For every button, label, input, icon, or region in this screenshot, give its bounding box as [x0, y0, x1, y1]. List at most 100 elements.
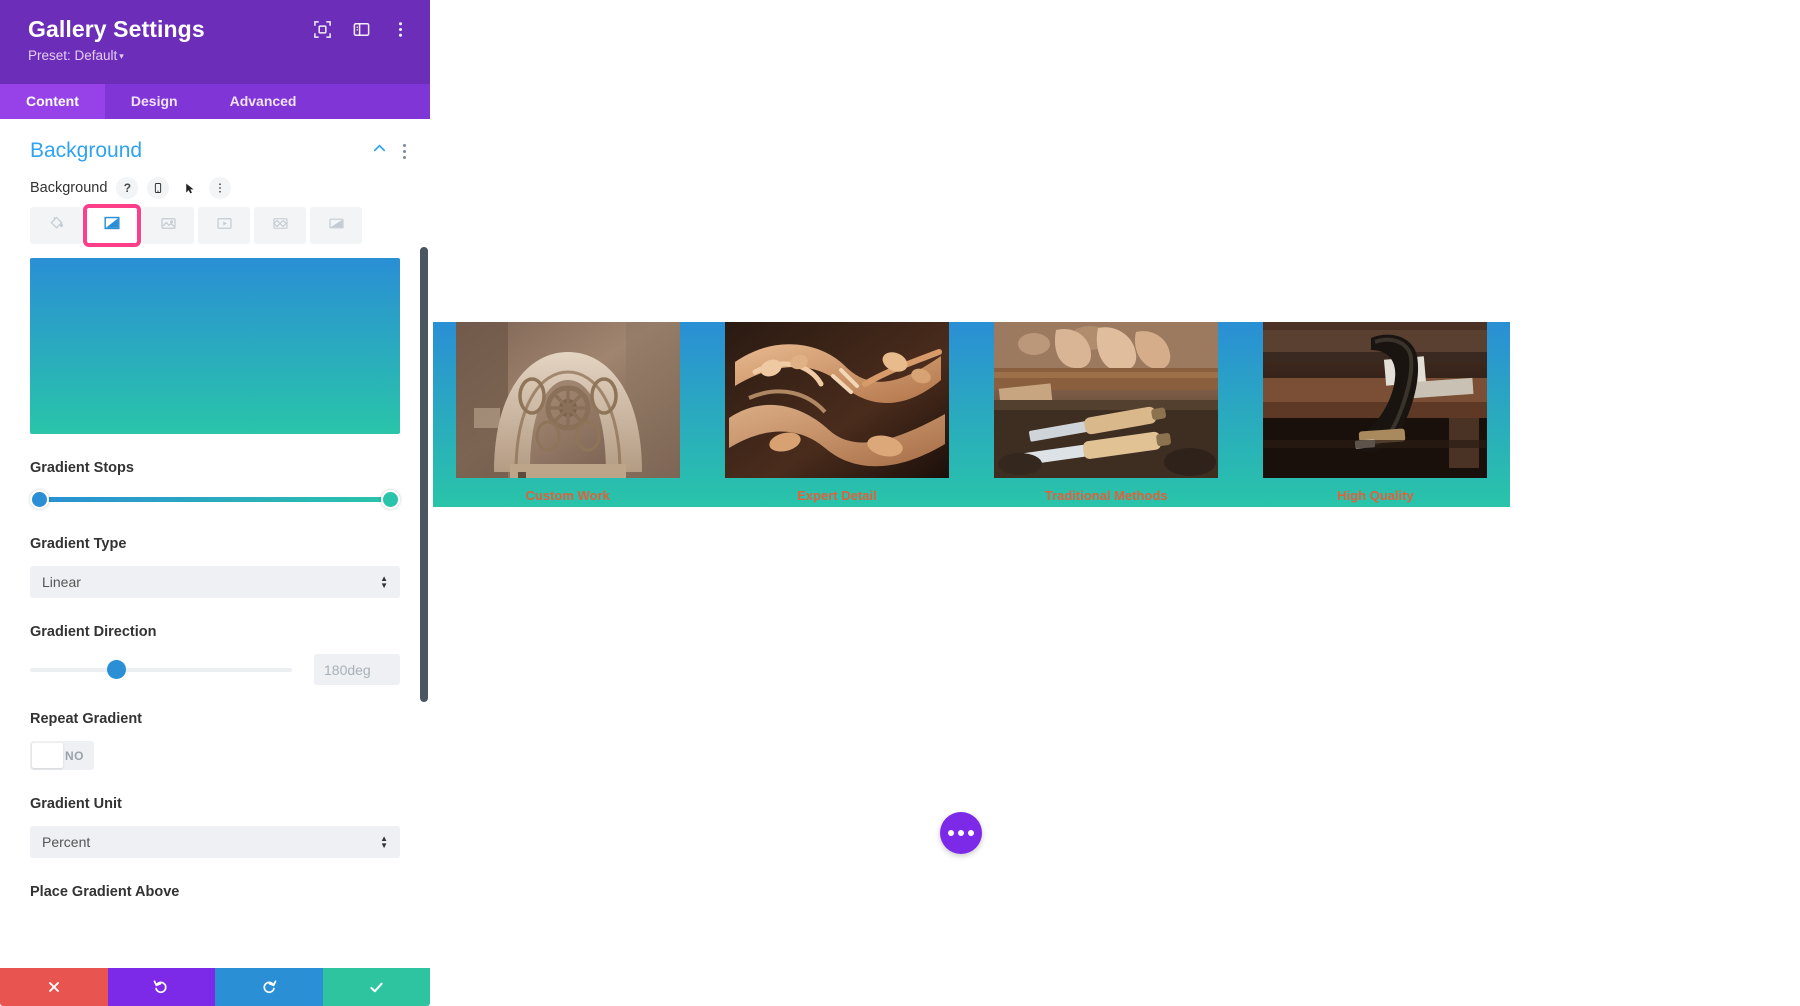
repeat-gradient-block: Repeat Gradient NO [0, 711, 430, 770]
background-field-label-row: Background ? [0, 177, 430, 207]
toggle-knob [32, 743, 63, 768]
gallery-caption: Traditional Methods [1044, 488, 1168, 503]
panel-scrollbar[interactable] [419, 119, 428, 968]
repeat-gradient-label: Repeat Gradient [30, 711, 142, 727]
focus-target-icon[interactable] [313, 20, 332, 39]
mobile-device-icon[interactable] [147, 177, 170, 199]
gallery-thumbnail[interactable] [455, 322, 680, 478]
page-title: Gallery Settings [28, 16, 205, 42]
page-settings-fab[interactable] [940, 812, 982, 854]
kebab-menu-icon[interactable] [391, 20, 410, 39]
background-video-tab[interactable] [198, 207, 250, 244]
cursor-arrow-icon[interactable] [178, 177, 200, 199]
undo-button[interactable] [107, 968, 215, 1006]
section-title: Background [30, 139, 143, 162]
hands-carving-with-chisels-image [994, 322, 1219, 478]
panel-header: Gallery Settings Preset: Default ▾ [0, 0, 430, 84]
kebab-menu-icon[interactable] [403, 143, 406, 159]
gradient-direction-label: Gradient Direction [30, 624, 157, 640]
background-field-label: Background [30, 180, 108, 196]
gallery-item[interactable]: Traditional Methods [972, 322, 1241, 507]
help-icon[interactable]: ? [116, 177, 139, 199]
redo-arrow-icon [260, 978, 278, 996]
panel-body: Background Background ? Gradient Stops G… [0, 119, 430, 968]
ellipsis-icon [968, 830, 974, 836]
save-changes-button[interactable] [322, 968, 430, 1006]
panel-footer-actions [0, 968, 430, 1006]
gradient-direction-input[interactable] [314, 654, 400, 685]
gradient-unit-select[interactable]: Percent ▲ ▼ [30, 826, 400, 858]
undo-arrow-icon [152, 978, 170, 996]
gradient-type-select[interactable]: Linear ▲ ▼ [30, 566, 400, 598]
gradient-stops-label: Gradient Stops [30, 460, 134, 476]
kebab-menu-icon[interactable] [209, 177, 232, 199]
video-icon [215, 214, 234, 238]
preset-label: Preset: Default [28, 48, 118, 63]
gradient-preview[interactable] [30, 258, 400, 434]
pattern-icon [271, 214, 290, 238]
gradient-stops-block: Gradient Stops [0, 460, 430, 510]
gradient-type-label: Gradient Type [30, 536, 127, 552]
gradient-stops-track [38, 497, 392, 502]
place-gradient-above-block: Place Gradient Above [0, 884, 430, 900]
background-gradient-tab[interactable] [83, 204, 141, 247]
background-mask-tab[interactable] [310, 207, 362, 244]
tab-design[interactable]: Design [105, 84, 204, 119]
gradient-type-value: Linear [42, 574, 81, 590]
gallery-thumbnail[interactable] [1263, 322, 1488, 478]
gradient-direction-slider[interactable] [30, 659, 292, 680]
background-pattern-tab[interactable] [254, 207, 306, 244]
preset-selector[interactable]: Preset: Default ▾ [28, 47, 205, 65]
close-x-icon [46, 979, 62, 995]
panel-scrollbar-thumb[interactable] [420, 247, 428, 702]
panel-tabs: Content Design Advanced [0, 84, 430, 119]
panel-scroll-content: Background Background ? Gradient Stops G… [0, 119, 430, 910]
section-header-icons [372, 141, 406, 161]
gradient-unit-block: Gradient Unit Percent ▲ ▼ [0, 796, 430, 858]
gallery-caption: Custom Work [525, 488, 610, 503]
image-icon [159, 214, 178, 238]
discard-changes-button[interactable] [0, 968, 108, 1006]
gradient-direction-knob[interactable] [107, 659, 127, 679]
redo-button[interactable] [215, 968, 323, 1006]
background-section-header: Background [0, 119, 430, 177]
gradient-stop-handle-end[interactable] [381, 490, 400, 509]
ellipsis-icon [948, 830, 954, 836]
gradient-unit-label: Gradient Unit [30, 796, 122, 812]
ornate-wood-carving-closeup-image [724, 322, 949, 478]
chevron-updown-icon: ▲ ▼ [380, 833, 388, 850]
gallery-item[interactable]: Custom Work [433, 322, 702, 507]
checkmark-icon [368, 979, 385, 996]
repeat-gradient-toggle[interactable]: NO [30, 741, 94, 770]
clamp-on-workbench-image [1263, 322, 1488, 478]
carved-wooden-chair-back-image [455, 322, 680, 478]
panel-layout-icon[interactable] [352, 20, 371, 39]
gallery-item[interactable]: High Quality [1241, 322, 1510, 507]
ellipsis-icon [958, 830, 964, 836]
gallery-module[interactable]: Custom Work Expert Detail Traditional Me… [433, 322, 1510, 507]
gradient-icon [102, 213, 122, 238]
place-gradient-above-label: Place Gradient Above [30, 884, 180, 900]
tab-advanced[interactable]: Advanced [204, 84, 323, 119]
paint-bucket-icon [47, 214, 66, 238]
chevron-up-icon[interactable] [372, 141, 387, 161]
gallery-item[interactable]: Expert Detail [702, 322, 971, 507]
tab-content[interactable]: Content [0, 84, 105, 119]
gradient-direction-row [30, 654, 400, 685]
gallery-settings-panel: Gallery Settings Preset: Default ▾ Conte… [0, 0, 430, 1006]
gallery-thumbnail[interactable] [994, 322, 1219, 478]
gallery-thumbnail[interactable] [724, 322, 949, 478]
background-color-tab[interactable] [30, 207, 82, 244]
mask-icon [327, 214, 346, 238]
background-image-tab[interactable] [142, 207, 194, 244]
gradient-stop-handle-start[interactable] [30, 490, 49, 509]
gradient-direction-block: Gradient Direction [0, 624, 430, 685]
gradient-unit-value: Percent [42, 834, 91, 850]
chevron-down-icon: ▾ [119, 51, 124, 62]
gradient-stops-slider[interactable] [30, 490, 400, 510]
gallery-caption: Expert Detail [797, 488, 877, 503]
gradient-type-block: Gradient Type Linear ▲ ▼ [0, 536, 430, 598]
gallery-caption: High Quality [1337, 488, 1414, 503]
background-type-tabs [0, 204, 430, 247]
panel-header-titles: Gallery Settings Preset: Default ▾ [28, 14, 205, 65]
